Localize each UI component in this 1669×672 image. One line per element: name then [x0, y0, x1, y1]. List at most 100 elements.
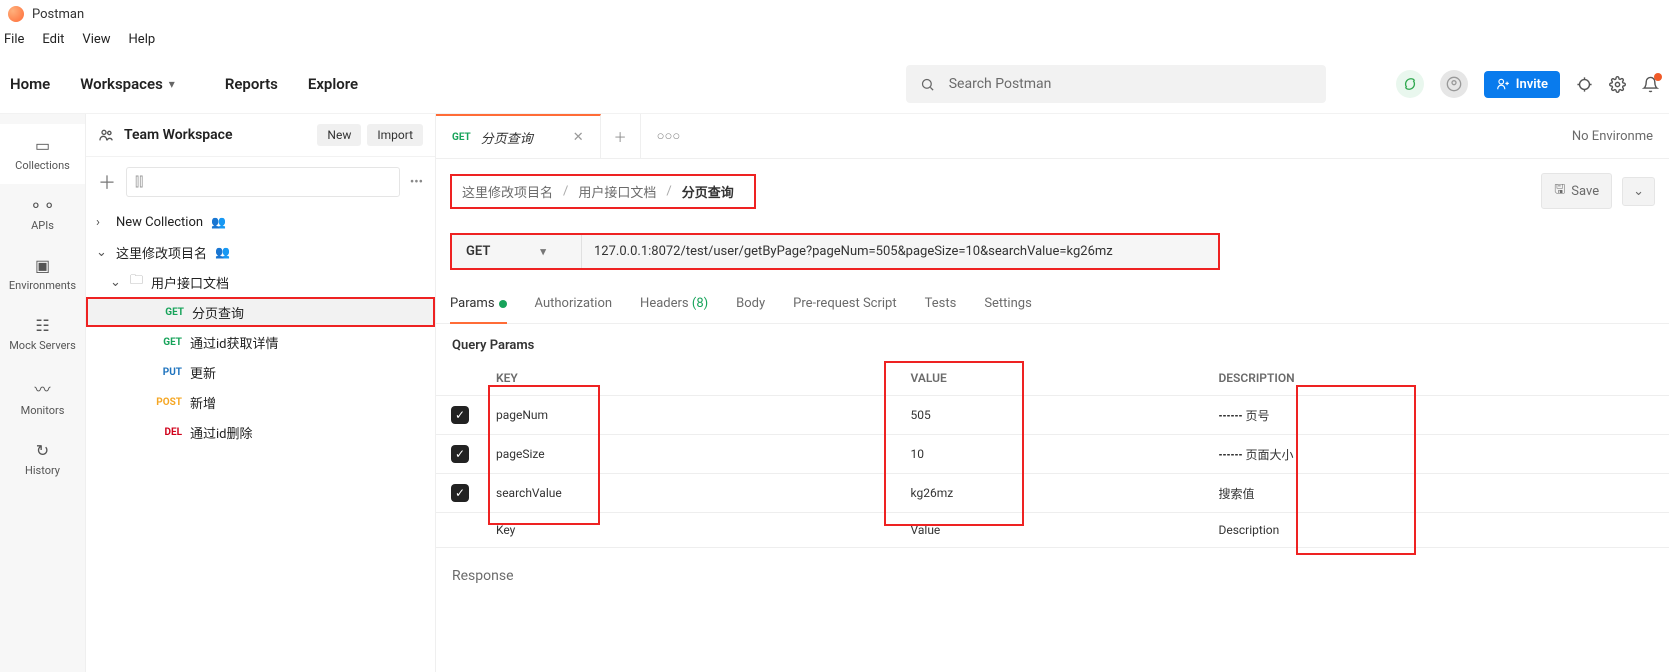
workspace-name[interactable]: Team Workspace	[124, 127, 233, 143]
invite-button[interactable]: Invite	[1484, 71, 1560, 98]
tab-headers[interactable]: Headers (8)	[640, 290, 708, 323]
url-row: GET ▾ 127.0.0.1:8072/test/user/getByPage…	[436, 233, 1669, 284]
tree-request-2[interactable]: PUT 更新	[86, 357, 435, 387]
menu-file[interactable]: File	[4, 32, 24, 47]
cell-value-placeholder[interactable]: Value	[899, 513, 1207, 548]
breadcrumb-part[interactable]: 这里修改项目名	[462, 182, 553, 201]
people-icon: 👥	[215, 245, 230, 259]
breadcrumb-row: 这里修改项目名 / 用户接口文档 / 分页查询 🖫 Save ⌄	[436, 159, 1669, 233]
settings-icon[interactable]	[1609, 76, 1626, 93]
table-row[interactable]: ✓ pageNum 505 ┅┅ 页号	[436, 396, 1669, 435]
url-input[interactable]: 127.0.0.1:8072/test/user/getByPage?pageN…	[582, 235, 1218, 268]
cell-value[interactable]: 10	[899, 435, 1207, 474]
cell-desc[interactable]: 搜索值	[1206, 474, 1669, 513]
request-tab[interactable]: GET 分页查询 ✕	[436, 114, 601, 158]
avatar[interactable]	[1440, 70, 1468, 98]
tree-request-1[interactable]: GET 通过id获取详情	[86, 327, 435, 357]
vnav-monitors[interactable]: 〰Monitors	[0, 364, 85, 429]
import-button[interactable]: Import	[367, 124, 423, 146]
menu-bar: File Edit View Help	[0, 28, 1669, 59]
tree-request-3[interactable]: POST 新增	[86, 387, 435, 417]
breadcrumb-part[interactable]: 用户接口文档	[578, 182, 656, 201]
save-label: Save	[1571, 184, 1599, 199]
checkbox[interactable]: ✓	[451, 445, 469, 463]
chevron-down-icon: ▾	[540, 245, 546, 258]
cell-value[interactable]: 505	[899, 396, 1207, 435]
headers-count: (8)	[692, 296, 708, 311]
capture-icon[interactable]	[1576, 76, 1593, 93]
method-select[interactable]: GET ▾	[452, 235, 582, 268]
nav-explore[interactable]: Explore	[308, 75, 358, 93]
table-row-empty[interactable]: Key Value Description	[436, 513, 1669, 548]
tree-collection-project[interactable]: ⌄ 这里修改项目名 👥	[86, 237, 435, 267]
cell-key[interactable]: pageSize	[484, 435, 899, 474]
request-label: 新增	[190, 393, 216, 412]
cell-value[interactable]: kg26mz	[899, 474, 1207, 513]
add-collection-icon[interactable]: ＋	[98, 169, 116, 195]
tree-folder[interactable]: ⌄ 🗀 用户接口文档	[86, 267, 435, 297]
cell-desc[interactable]: ┅┅ 页号	[1206, 396, 1669, 435]
content-area: GET 分页查询 ✕ ＋ ○○○ No Environme 这里修改项目名 / …	[436, 114, 1669, 672]
modified-dot-icon	[499, 300, 507, 308]
cell-key[interactable]: pageNum	[484, 396, 899, 435]
tab-params[interactable]: Params	[450, 290, 507, 323]
breadcrumb-current: 分页查询	[682, 182, 734, 201]
nav-workspaces[interactable]: Workspaces ▾	[80, 75, 175, 93]
chevron-right-icon: ›	[96, 215, 108, 230]
close-icon[interactable]: ✕	[573, 130, 584, 145]
environment-selector[interactable]: No Environme	[1556, 129, 1669, 144]
sidebar: Team Workspace New Import ＋ ⫿⫿ ••• › New…	[86, 114, 436, 672]
history-icon: ↻	[0, 441, 85, 460]
filter-icon: ⫿⫿	[135, 175, 143, 190]
checkbox[interactable]: ✓	[451, 406, 469, 424]
more-icon[interactable]: •••	[410, 175, 423, 190]
request-label: 分页查询	[192, 303, 244, 322]
method-badge: DEL	[154, 427, 182, 438]
new-button[interactable]: New	[317, 124, 361, 146]
tree-collection-new[interactable]: › New Collection 👥	[86, 207, 435, 237]
checkbox[interactable]: ✓	[451, 484, 469, 502]
params-table-wrap: KEY VALUE DESCRIPTION ✓ pageNum 505 ┅┅ 页…	[436, 361, 1669, 548]
env-icon: ▣	[0, 256, 85, 275]
tab-tests[interactable]: Tests	[925, 290, 957, 323]
filter-input[interactable]: ⫿⫿	[126, 167, 400, 197]
monitors-icon: 〰	[0, 376, 85, 400]
vnav-mock[interactable]: ☷Mock Servers	[0, 304, 85, 364]
nav-home[interactable]: Home	[10, 75, 50, 93]
vnav-history[interactable]: ↻History	[0, 429, 85, 489]
tab-prerequest[interactable]: Pre-request Script	[793, 290, 896, 323]
response-section: Response	[436, 548, 1669, 584]
folder-label: 用户接口文档	[151, 273, 229, 292]
tab-body[interactable]: Body	[736, 290, 765, 323]
breadcrumb: 这里修改项目名 / 用户接口文档 / 分页查询	[450, 174, 756, 209]
method-badge: POST	[154, 397, 182, 408]
sidebar-toolbar: ＋ ⫿⫿ •••	[86, 157, 435, 207]
request-section-tabs: Params Authorization Headers (8) Body Pr…	[436, 284, 1669, 324]
drag-icon: ┅┅	[1218, 409, 1242, 423]
vnav-apis[interactable]: ⚬⚬APIs	[0, 184, 85, 244]
menu-view[interactable]: View	[82, 32, 110, 47]
tab-settings[interactable]: Settings	[984, 290, 1031, 323]
menu-help[interactable]: Help	[129, 32, 156, 47]
cell-key-placeholder[interactable]: Key	[484, 513, 899, 548]
cell-desc-placeholder[interactable]: Description	[1206, 513, 1669, 548]
sync-icon[interactable]	[1396, 70, 1424, 98]
tab-authorization[interactable]: Authorization	[535, 290, 613, 323]
save-options-button[interactable]: ⌄	[1622, 177, 1655, 206]
vnav-environments[interactable]: ▣Environments	[0, 244, 85, 304]
search-input[interactable]: Search Postman	[906, 65, 1326, 103]
tree-request-4[interactable]: DEL 通过id删除	[86, 417, 435, 447]
cell-desc[interactable]: ┅┅ 页面大小	[1206, 435, 1669, 474]
cell-key[interactable]: searchValue	[484, 474, 899, 513]
menu-edit[interactable]: Edit	[42, 32, 64, 47]
save-button[interactable]: 🖫 Save	[1541, 173, 1612, 209]
table-row[interactable]: ✓ searchValue kg26mz 搜索值	[436, 474, 1669, 513]
new-tab-button[interactable]: ＋	[601, 114, 641, 158]
tab-overflow-icon[interactable]: ○○○	[641, 128, 697, 144]
tree-request-0[interactable]: GET 分页查询	[86, 297, 435, 327]
nav-reports[interactable]: Reports	[225, 75, 278, 93]
col-desc: DESCRIPTION	[1206, 361, 1669, 396]
vnav-collections[interactable]: ▭Collections	[0, 124, 85, 184]
table-row[interactable]: ✓ pageSize 10 ┅┅ 页面大小	[436, 435, 1669, 474]
notifications-icon[interactable]	[1642, 76, 1659, 93]
